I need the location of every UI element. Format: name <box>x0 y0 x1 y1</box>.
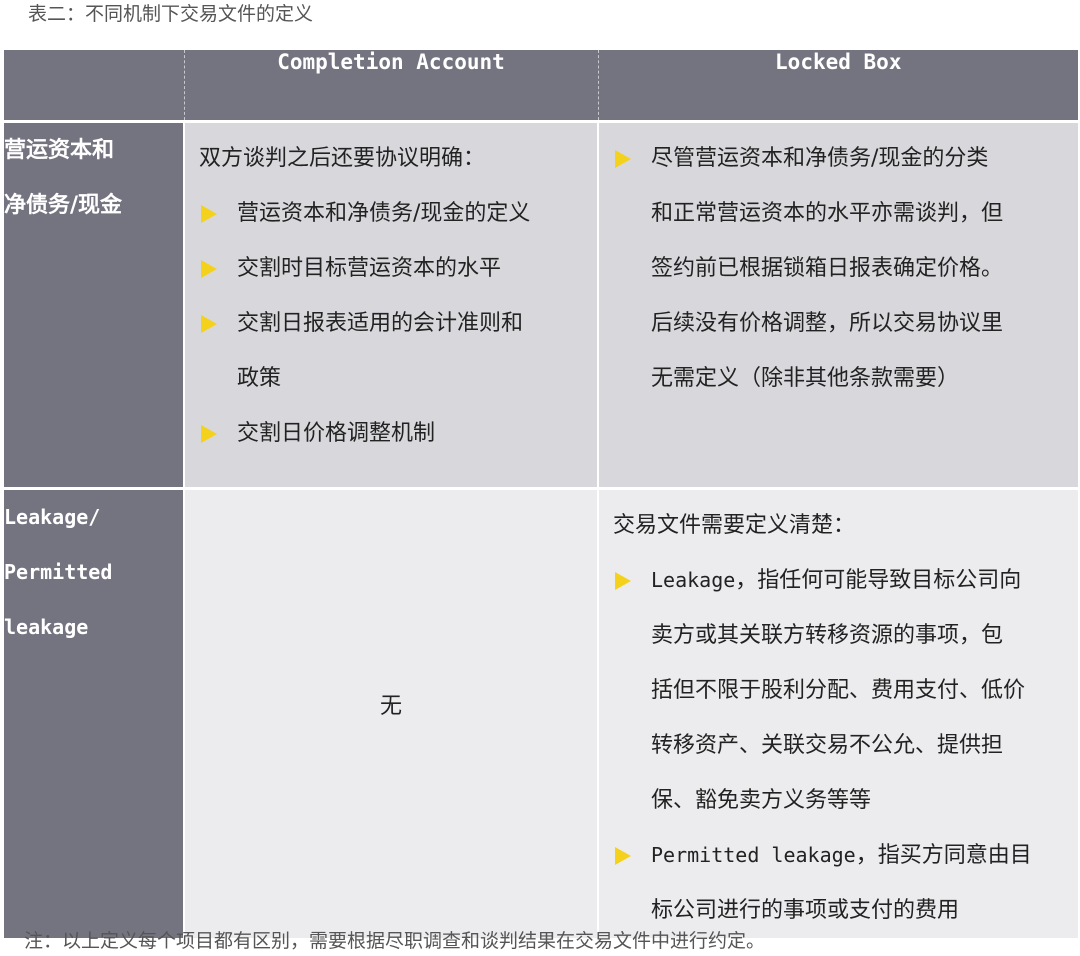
list-item-text: 尽管营运资本和净债务/现金的分类 <box>651 145 989 171</box>
list-item: Leakage，指任何可能导致目标公司向 卖方或其关联方转移资源的事项，包 括但… <box>613 553 1066 828</box>
yellow-triangle-bullet-icon <box>201 314 217 333</box>
definitions-table: Completion Account Locked Box 营运资本和 净债务/… <box>4 50 1078 938</box>
table-caption: 表二：不同机制下交易文件的定义 <box>28 3 314 25</box>
list-item-text-part: ，指买方同意由目 <box>855 842 1032 868</box>
row-header-leakage: Leakage/ Permitted leakage <box>4 486 184 938</box>
header-corner <box>4 50 185 121</box>
yellow-triangle-bullet-icon <box>615 571 631 590</box>
list-item-text-part: ，指任何可能导致目标公司向 <box>735 567 1022 593</box>
cell-completion-leakage: 无 <box>183 486 599 938</box>
list-item-text: Leakage，指任何可能导致目标公司向 <box>651 553 1066 608</box>
list-item-text: 无需定义（除非其他条款需要） <box>651 365 960 391</box>
header-row: Completion Account Locked Box <box>4 50 1078 121</box>
list-item-text: 政策 <box>237 365 282 391</box>
table-row: Leakage/ Permitted leakage 无 交易文件需要定义清楚：… <box>4 486 1078 938</box>
list-item: Permitted leakage，指买方同意由目 标公司进行的事项或支付的费用 <box>613 828 1066 938</box>
table-row: 营运资本和 净债务/现金 双方谈判之后还要协议明确： 营运资本和净债务/现金的定… <box>4 119 1078 488</box>
term-leakage: Leakage <box>651 567 736 592</box>
yellow-triangle-bullet-icon <box>615 149 631 168</box>
row-header-line: leakage <box>4 614 89 639</box>
list-item-text: 交割日价格调整机制 <box>237 420 436 446</box>
list-item-text: Permitted leakage，指买方同意由目 <box>651 828 1066 883</box>
list-item-text: 后续没有价格调整，所以交易协议里 <box>651 310 1004 336</box>
list-item-text: 转移资产、关联交易不公允、提供担 <box>651 732 1004 758</box>
list-item-text: 卖方或其关联方转移资源的事项，包 <box>651 622 1004 648</box>
header-locked-box: Locked Box <box>598 50 1078 121</box>
list-item-text: 保、豁免卖方义务等等 <box>651 787 872 813</box>
row-header-line: 净债务/现金 <box>4 192 123 218</box>
row-header-line: Permitted <box>4 559 113 584</box>
term-permitted-leakage: Permitted leakage <box>651 842 856 867</box>
cell-intro: 交易文件需要定义清楚： <box>613 512 856 538</box>
yellow-triangle-bullet-icon <box>201 259 217 278</box>
row-header-line: 营运资本和 <box>4 137 115 163</box>
list-item-text: 和正常营运资本的水平亦需谈判，但 <box>651 200 1004 226</box>
none-text: 无 <box>379 693 402 719</box>
list-item-text: 签约前已根据锁箱日报表确定价格。 <box>651 255 1004 281</box>
list-item: 尽管营运资本和净债务/现金的分类 和正常营运资本的水平亦需谈判，但 签约前已根据… <box>613 131 1066 406</box>
cell-lockedbox-leakage: 交易文件需要定义清楚： Leakage，指任何可能导致目标公司向 卖方或其关联方… <box>598 486 1078 938</box>
row-header-working-capital: 营运资本和 净债务/现金 <box>4 119 184 488</box>
cell-intro: 双方谈判之后还要协议明确： <box>199 145 486 171</box>
yellow-triangle-bullet-icon <box>201 204 217 223</box>
list-item-text: 交割日报表适用的会计准则和 <box>237 310 524 336</box>
list-item: 交割时目标营运资本的水平 <box>199 241 585 296</box>
list-item-text: 交割时目标营运资本的水平 <box>237 255 502 281</box>
list-item: 交割日报表适用的会计准则和 政策 <box>199 296 585 406</box>
header-completion-account: Completion Account <box>184 50 599 121</box>
yellow-triangle-bullet-icon <box>201 424 217 443</box>
list-item-text: 营运资本和净债务/现金的定义 <box>237 200 531 226</box>
list-item-text: 括但不限于股利分配、费用支付、低价 <box>651 677 1026 703</box>
cell-lockedbox-working-capital: 尽管营运资本和净债务/现金的分类 和正常营运资本的水平亦需谈判，但 签约前已根据… <box>598 119 1078 488</box>
list-item: 营运资本和净债务/现金的定义 <box>199 186 585 241</box>
list-item: 交割日价格调整机制 <box>199 406 585 461</box>
cell-completion-working-capital: 双方谈判之后还要协议明确： 营运资本和净债务/现金的定义 交割时目标营运资本的水… <box>183 119 599 488</box>
footnote: 注：以上定义每个项目都有区别，需要根据尽职调查和谈判结果在交易文件中进行约定。 <box>24 930 766 952</box>
row-header-line: Leakage/ <box>4 504 101 529</box>
yellow-triangle-bullet-icon <box>615 846 631 865</box>
